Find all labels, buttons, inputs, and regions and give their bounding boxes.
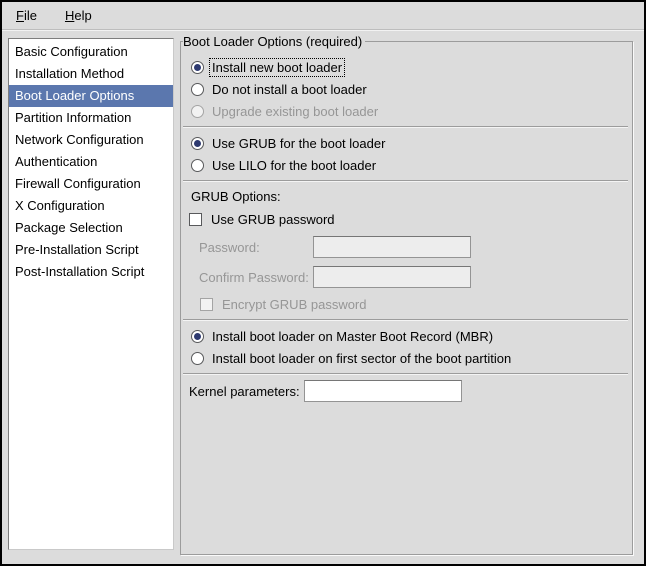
password-label: Password: [199,240,313,255]
category-list: Basic Configuration Installation Method … [8,38,174,550]
radio-do-not-install-boot-loader[interactable]: Do not install a boot loader [191,78,630,100]
sidebar-item-boot-loader-options[interactable]: Boot Loader Options [9,85,173,107]
radio-install-on-first-sector[interactable]: Install boot loader on first sector of t… [191,347,630,369]
kernel-parameters-label: Kernel parameters: [189,384,304,399]
grub-options-heading: GRUB Options: [191,186,630,208]
sidebar-item-pre-installation-script[interactable]: Pre-Installation Script [9,239,173,261]
checkbox-icon [200,298,213,311]
separator [183,373,628,375]
sidebar-item-authentication[interactable]: Authentication [9,151,173,173]
sidebar-item-package-selection[interactable]: Package Selection [9,217,173,239]
kernel-parameters-input[interactable] [304,380,462,402]
menubar: File Help [2,2,644,30]
radio-label: Install new boot loader [210,59,344,76]
checkbox-encrypt-grub-password[interactable]: Encrypt GRUB password [200,293,630,315]
checkbox-label: Encrypt GRUB password [220,296,369,313]
menu-help-label: Help [65,8,92,23]
radio-icon[interactable] [191,330,204,343]
menu-file-label: File [16,8,37,23]
radio-label: Install boot loader on Master Boot Recor… [210,328,495,345]
radio-icon[interactable] [191,352,204,365]
confirm-password-row: Confirm Password: [199,265,630,289]
radio-label: Use GRUB for the boot loader [210,135,387,152]
password-input[interactable] [313,236,471,258]
kickstart-configurator-window: File Help Basic Configuration Installati… [0,0,646,566]
password-row: Password: [199,235,630,259]
sidebar-item-network-configuration[interactable]: Network Configuration [9,129,173,151]
radio-icon [191,105,204,118]
sidebar-item-firewall-configuration[interactable]: Firewall Configuration [9,173,173,195]
separator [183,180,628,182]
frame-title: Boot Loader Options (required) [183,34,365,49]
sidebar-item-post-installation-script[interactable]: Post-Installation Script [9,261,173,283]
menu-file[interactable]: File [8,4,45,27]
radio-use-grub[interactable]: Use GRUB for the boot loader [191,132,630,154]
confirm-password-label: Confirm Password: [199,270,313,285]
radio-use-lilo[interactable]: Use LILO for the boot loader [191,154,630,176]
sidebar-item-basic-configuration[interactable]: Basic Configuration [9,41,173,63]
kernel-parameters-row: Kernel parameters: [189,379,630,403]
sidebar-item-x-configuration[interactable]: X Configuration [9,195,173,217]
radio-label: Use LILO for the boot loader [210,157,378,174]
menu-help[interactable]: Help [57,4,100,27]
sidebar-item-partition-information[interactable]: Partition Information [9,107,173,129]
radio-label: Install boot loader on first sector of t… [210,350,513,367]
radio-icon[interactable] [191,159,204,172]
checkbox-icon[interactable] [189,213,202,226]
radio-icon[interactable] [191,61,204,74]
radio-upgrade-existing-boot-loader[interactable]: Upgrade existing boot loader [191,100,630,122]
separator [183,126,628,128]
radio-icon[interactable] [191,137,204,150]
radio-label: Do not install a boot loader [210,81,369,98]
radio-icon[interactable] [191,83,204,96]
confirm-password-input[interactable] [313,266,471,288]
sidebar-item-installation-method[interactable]: Installation Method [9,63,173,85]
separator [183,319,628,321]
radio-label: Upgrade existing boot loader [210,103,380,120]
checkbox-use-grub-password[interactable]: Use GRUB password [189,208,630,230]
radio-install-on-mbr[interactable]: Install boot loader on Master Boot Recor… [191,325,630,347]
checkbox-label: Use GRUB password [209,211,337,228]
boot-loader-options-frame: Boot Loader Options (required) Install n… [180,34,633,555]
radio-install-new-boot-loader[interactable]: Install new boot loader [191,56,630,78]
